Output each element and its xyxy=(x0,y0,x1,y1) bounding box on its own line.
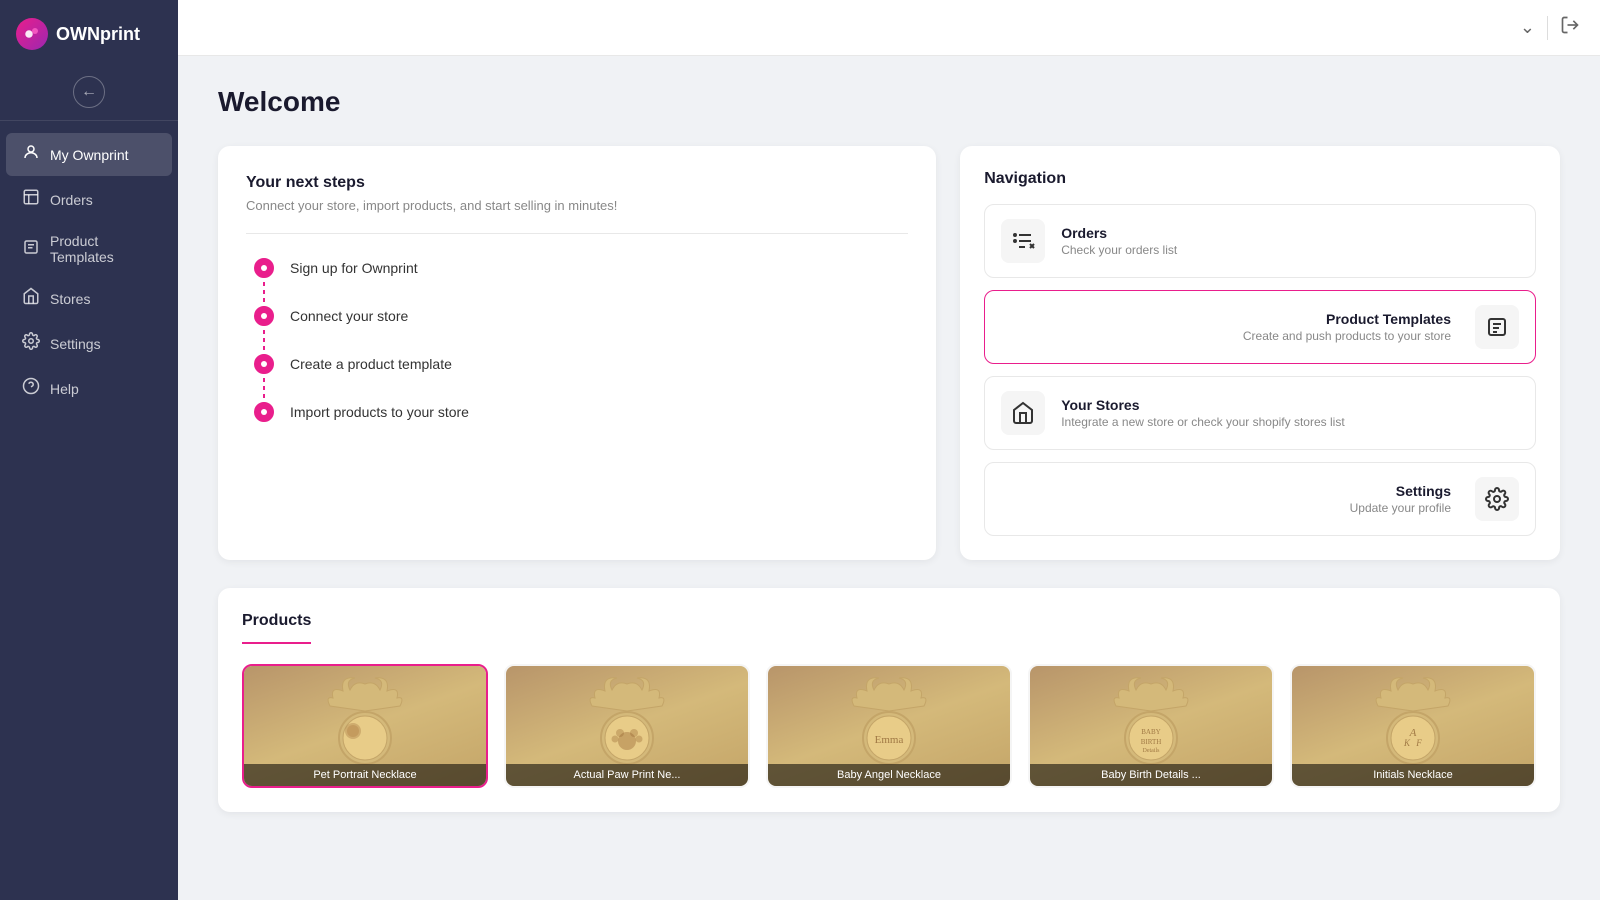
svg-text:F: F xyxy=(1415,738,1422,748)
product-card-3[interactable]: Emma Baby Angel Necklace xyxy=(766,664,1012,788)
sidebar: OWNprint ← My Ownprint Orders xyxy=(0,0,178,900)
product-templates-icon xyxy=(22,238,40,261)
navigation-title: Navigation xyxy=(984,170,1536,188)
sidebar-item-product-templates[interactable]: Product Templates xyxy=(6,223,172,275)
steps-list: Sign up for Ownprint Connect your store … xyxy=(246,258,908,422)
product-templates-nav-text: Product Templates Create and push produc… xyxy=(1001,311,1459,343)
sidebar-item-orders[interactable]: Orders xyxy=(6,178,172,221)
step-item-2: Connect your store xyxy=(254,306,908,326)
sidebar-item-stores[interactable]: Stores xyxy=(6,277,172,320)
step-label-3: Create a product template xyxy=(290,356,452,372)
step-label-2: Connect your store xyxy=(290,308,408,324)
logout-icon[interactable] xyxy=(1560,15,1580,40)
sidebar-label-my-ownprint: My Ownprint xyxy=(50,147,129,163)
sidebar-divider xyxy=(0,120,178,121)
product-templates-nav-icon xyxy=(1475,305,1519,349)
my-ownprint-icon xyxy=(22,143,40,166)
settings-nav-icon xyxy=(1475,477,1519,521)
sidebar-item-my-ownprint[interactable]: My Ownprint xyxy=(6,133,172,176)
product-label-5: Initials Necklace xyxy=(1292,764,1534,786)
step-item-3: Create a product template xyxy=(254,354,908,374)
back-button-area: ← xyxy=(0,68,178,116)
sidebar-nav: My Ownprint Orders Product Templates xyxy=(0,125,178,418)
nav-item-settings[interactable]: Settings Update your profile xyxy=(984,462,1536,536)
next-steps-subtitle: Connect your store, import products, and… xyxy=(246,198,908,213)
products-header: Products xyxy=(242,612,311,644)
step-item-1: Sign up for Ownprint xyxy=(254,258,908,278)
step-dot-1 xyxy=(254,258,274,278)
product-card-1[interactable]: Pet Portrait Necklace xyxy=(242,664,488,788)
product-card-5[interactable]: A K F Initials Necklace xyxy=(1290,664,1536,788)
sidebar-label-help: Help xyxy=(50,381,79,397)
back-button[interactable]: ← xyxy=(73,76,105,108)
chevron-down-icon[interactable]: ⌄ xyxy=(1520,17,1535,38)
page-title: Welcome xyxy=(218,86,1560,118)
product-label-4: Baby Birth Details ... xyxy=(1030,764,1272,786)
navigation-card: Navigation Orders Check your orders list xyxy=(960,146,1560,560)
help-icon xyxy=(22,377,40,400)
settings-icon xyxy=(22,332,40,355)
product-label-1: Pet Portrait Necklace xyxy=(244,764,486,786)
settings-nav-desc: Update your profile xyxy=(1001,501,1451,515)
products-grid: Pet Portrait Necklace xyxy=(242,664,1536,788)
step-item-4: Import products to your store xyxy=(254,402,908,422)
orders-nav-icon xyxy=(1001,219,1045,263)
product-templates-nav-label: Product Templates xyxy=(1001,311,1451,327)
orders-nav-label: Orders xyxy=(1061,225,1519,241)
product-label-2: Actual Paw Print Ne... xyxy=(506,764,748,786)
products-section: Products Pet Portrait Necklace xyxy=(218,588,1560,812)
orders-icon xyxy=(22,188,40,211)
stores-nav-desc: Integrate a new store or check your shop… xyxy=(1061,415,1519,429)
sidebar-label-orders: Orders xyxy=(50,192,93,208)
nav-item-product-templates[interactable]: Product Templates Create and push produc… xyxy=(984,290,1536,364)
svg-text:Details: Details xyxy=(1143,748,1161,754)
logo-text: OWNprint xyxy=(56,24,140,45)
stores-nav-icon xyxy=(1001,391,1045,435)
logo: OWNprint xyxy=(0,0,178,68)
orders-nav-text: Orders Check your orders list xyxy=(1061,225,1519,257)
steps-divider xyxy=(246,233,908,234)
cards-row: Your next steps Connect your store, impo… xyxy=(218,146,1560,560)
svg-text:K: K xyxy=(1403,738,1411,748)
product-card-2[interactable]: Actual Paw Print Ne... xyxy=(504,664,750,788)
page-content: Welcome Your next steps Connect your sto… xyxy=(178,56,1600,842)
nav-item-orders[interactable]: Orders Check your orders list xyxy=(984,204,1536,278)
sidebar-label-settings: Settings xyxy=(50,336,101,352)
product-card-4[interactable]: BABY BIRTH Details Baby Birth Details ..… xyxy=(1028,664,1274,788)
logo-icon xyxy=(16,18,48,50)
sidebar-item-help[interactable]: Help xyxy=(6,367,172,410)
sidebar-label-product-templates: Product Templates xyxy=(50,233,156,265)
stores-icon xyxy=(22,287,40,310)
sidebar-item-settings[interactable]: Settings xyxy=(6,322,172,365)
step-label-4: Import products to your store xyxy=(290,404,469,420)
svg-text:BIRTH: BIRTH xyxy=(1141,738,1162,746)
step-label-1: Sign up for Ownprint xyxy=(290,260,418,276)
top-bar: ⌄ xyxy=(178,0,1600,56)
svg-text:Emma: Emma xyxy=(875,734,904,746)
product-templates-nav-desc: Create and push products to your store xyxy=(1001,329,1451,343)
step-dot-3 xyxy=(254,354,274,374)
main-content: ⌄ Welcome Your next steps Connect your s… xyxy=(178,0,1600,900)
settings-nav-label: Settings xyxy=(1001,483,1451,499)
settings-nav-text: Settings Update your profile xyxy=(1001,483,1459,515)
next-steps-card: Your next steps Connect your store, impo… xyxy=(218,146,936,560)
sidebar-label-stores: Stores xyxy=(50,291,90,307)
product-label-3: Baby Angel Necklace xyxy=(768,764,1010,786)
step-dot-2 xyxy=(254,306,274,326)
top-bar-divider xyxy=(1547,16,1548,40)
nav-item-your-stores[interactable]: Your Stores Integrate a new store or che… xyxy=(984,376,1536,450)
stores-nav-text: Your Stores Integrate a new store or che… xyxy=(1061,397,1519,429)
orders-nav-desc: Check your orders list xyxy=(1061,243,1519,257)
stores-nav-label: Your Stores xyxy=(1061,397,1519,413)
next-steps-title: Your next steps xyxy=(246,174,908,192)
svg-text:BABY: BABY xyxy=(1141,728,1160,736)
step-dot-4 xyxy=(254,402,274,422)
